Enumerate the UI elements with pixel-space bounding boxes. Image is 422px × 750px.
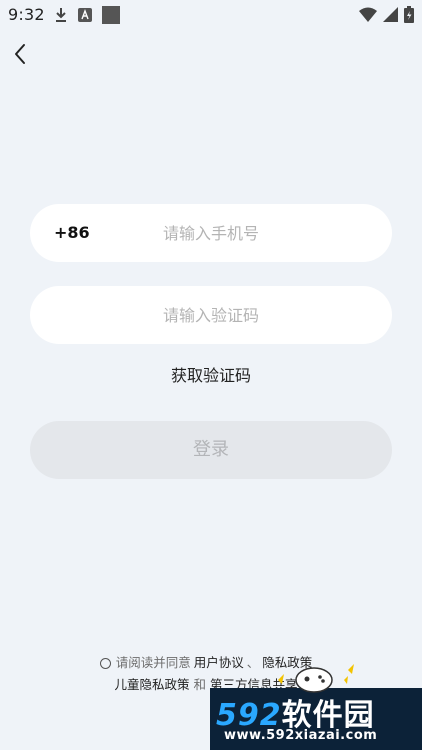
signal-icon <box>383 7 398 22</box>
agreement-separator: 、 <box>246 655 260 670</box>
status-notification-icons <box>54 6 120 24</box>
status-system-icons <box>359 6 414 23</box>
user-agreement-link[interactable]: 用户协议 <box>194 652 244 674</box>
verification-code-input[interactable] <box>90 286 332 344</box>
watermark-url: www.592xiazai.com <box>224 728 378 743</box>
verification-code-field[interactable] <box>30 286 392 344</box>
status-time: 9:32 <box>8 5 45 24</box>
gamepad-mascot-icon <box>278 664 354 693</box>
square-notification-icon <box>102 6 120 24</box>
wifi-icon <box>359 7 377 22</box>
status-bar: 9:32 <box>0 0 422 30</box>
phone-input[interactable] <box>90 204 332 262</box>
back-button[interactable] <box>6 40 34 68</box>
agree-checkbox[interactable] <box>99 657 111 669</box>
get-code-button[interactable]: 获取验证码 <box>0 362 422 386</box>
chevron-left-icon <box>15 44 25 64</box>
country-code[interactable]: +86 <box>54 204 90 262</box>
agreement-prefix: 请阅读并同意 <box>115 655 191 670</box>
a-badge-icon <box>78 8 92 22</box>
watermark: 592软件园 www.592xiazai.com <box>210 664 422 750</box>
agreement-and: 和 <box>193 677 206 692</box>
children-privacy-link[interactable]: 儿童隐私政策 <box>114 674 189 696</box>
download-icon <box>56 8 66 22</box>
login-button[interactable]: 登录 <box>30 421 392 479</box>
battery-icon <box>404 6 414 23</box>
phone-field[interactable]: +86 <box>30 204 392 262</box>
